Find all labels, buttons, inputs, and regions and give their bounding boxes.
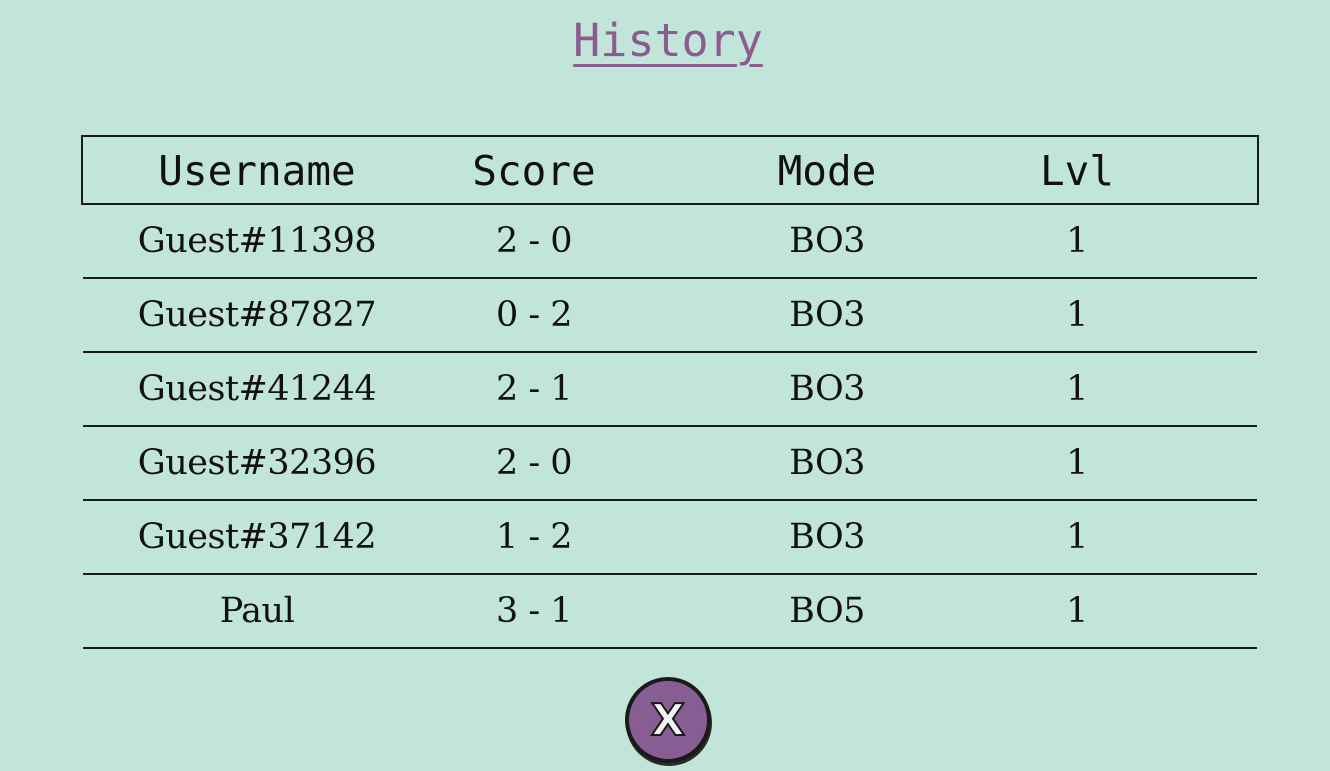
cell-mode: BO3 <box>789 517 865 557</box>
cell-score: 1 - 2 <box>495 517 573 557</box>
cell-score: 0 - 2 <box>495 295 573 335</box>
cell-lvl: 1 <box>1066 443 1088 483</box>
close-icon: X <box>650 695 686 746</box>
cell-mode: BO5 <box>789 591 865 631</box>
cell-lvl: 1 <box>1066 369 1088 409</box>
cell-lvl: 1 <box>1066 221 1088 261</box>
cell-score: 3 - 1 <box>495 591 573 631</box>
history-table: Username Score Mode Lvl Guest#11398 2 - … <box>81 135 1259 649</box>
cell-score: 2 - 0 <box>495 221 573 261</box>
cell-lvl: 1 <box>1066 295 1088 335</box>
header-mode: Mode <box>777 147 877 195</box>
cell-lvl: 1 <box>1066 591 1088 631</box>
header-lvl: Lvl <box>1039 147 1115 195</box>
cell-mode: BO3 <box>789 443 865 483</box>
cell-score: 2 - 1 <box>495 369 573 409</box>
cell-mode: BO3 <box>789 295 865 335</box>
cell-username: Guest#41244 <box>137 369 377 409</box>
cell-username: Guest#37142 <box>137 517 377 557</box>
table-row: Guest#32396 2 - 0 BO3 1 <box>83 427 1257 501</box>
table-row: Guest#37142 1 - 2 BO3 1 <box>83 501 1257 575</box>
cell-username: Paul <box>219 591 295 631</box>
cell-mode: BO3 <box>789 369 865 409</box>
header-username: Username <box>158 147 356 195</box>
page-title[interactable]: History <box>0 14 1330 67</box>
cell-lvl: 1 <box>1066 517 1088 557</box>
header-score: Score <box>472 147 596 195</box>
close-button[interactable]: X <box>625 677 711 763</box>
cell-username: Guest#11398 <box>137 221 377 261</box>
table-row: Guest#11398 2 - 0 BO3 1 <box>83 205 1257 279</box>
cell-mode: BO3 <box>789 221 865 261</box>
table-header: Username Score Mode Lvl <box>81 135 1259 205</box>
table-row: Paul 3 - 1 BO5 1 <box>83 575 1257 649</box>
cell-username: Guest#87827 <box>137 295 377 335</box>
table-row: Guest#87827 0 - 2 BO3 1 <box>83 279 1257 353</box>
history-page: History Username Score Mode Lvl Guest#11… <box>0 0 1330 771</box>
table-row: Guest#41244 2 - 1 BO3 1 <box>83 353 1257 427</box>
cell-score: 2 - 0 <box>495 443 573 483</box>
cell-username: Guest#32396 <box>137 443 377 483</box>
